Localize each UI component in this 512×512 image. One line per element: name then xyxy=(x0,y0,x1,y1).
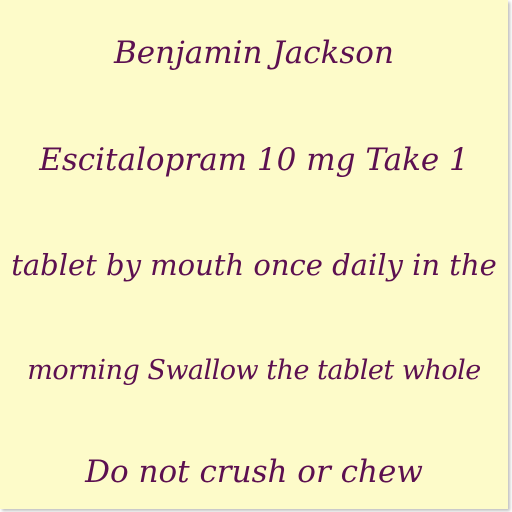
instruction-line-3: morning Swallow the tablet whole xyxy=(27,355,481,386)
instruction-line-2: tablet by mouth once daily in the xyxy=(11,248,497,282)
prescription-note: Benjamin Jackson Escitalopram 10 mg Take… xyxy=(0,0,508,509)
instruction-line-1: Escitalopram 10 mg Take 1 xyxy=(39,142,469,178)
patient-name: Benjamin Jackson xyxy=(114,35,394,71)
instruction-line-4: Do not crush or chew xyxy=(85,454,423,490)
